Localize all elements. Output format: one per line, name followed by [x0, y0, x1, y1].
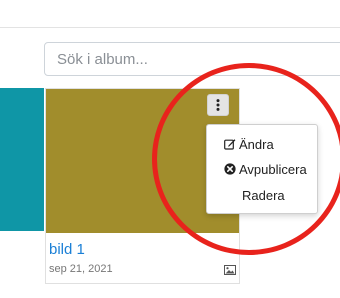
menu-item-label: Radera: [242, 187, 285, 203]
top-bar: [0, 0, 340, 28]
menu-item-label: Avpublicera: [239, 161, 307, 177]
menu-item-label: Ändra: [239, 136, 274, 152]
album-date: sep 21, 2021: [49, 263, 113, 275]
menu-item-unpublish[interactable]: Avpublicera: [207, 158, 317, 180]
menu-item-edit[interactable]: Ändra: [207, 133, 317, 155]
vertical-ellipsis-icon: [216, 99, 220, 111]
album-search-input[interactable]: [44, 42, 340, 76]
menu-item-delete[interactable]: Radera: [207, 184, 317, 206]
more-options-button[interactable]: [207, 94, 229, 116]
edit-icon: [224, 138, 236, 150]
album-title-link[interactable]: bild 1: [49, 241, 85, 258]
album-context-menu: Ändra Avpublicera Radera: [206, 124, 318, 214]
adjacent-album-card[interactable]: [0, 88, 44, 231]
image-icon: [224, 265, 236, 275]
times-circle-icon: [224, 163, 236, 175]
adjacent-album-card-footer: [0, 231, 44, 283]
